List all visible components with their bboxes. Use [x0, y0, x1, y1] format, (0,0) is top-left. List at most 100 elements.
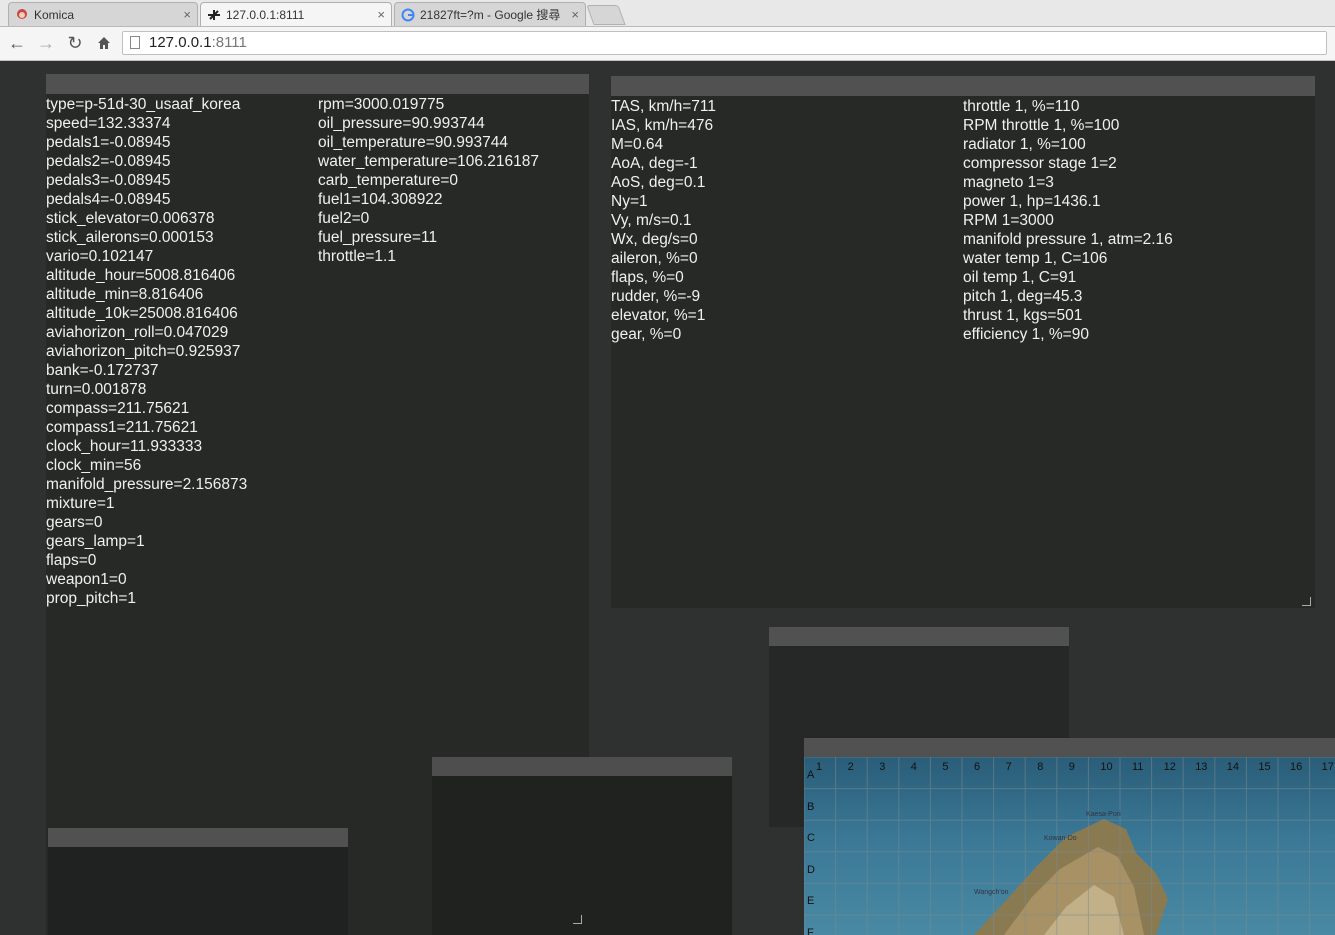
map-column-label: 9 — [1068, 761, 1075, 773]
value-line: clock_hour=11.933333 — [46, 438, 203, 455]
value-line: prop_pitch=1 — [46, 590, 137, 607]
lower-middle-resize-handle[interactable] — [573, 915, 582, 924]
map-column-label: 2 — [847, 761, 854, 773]
tab-localhost[interactable]: 127.0.0.1:8111 × — [200, 2, 392, 26]
value-line: gears=0 — [46, 514, 103, 531]
map-column-label: 16 — [1290, 761, 1303, 773]
map-row-label: C — [807, 832, 815, 845]
value-line: pedals4=-0.08945 — [46, 191, 171, 208]
url-port: :8111 — [211, 34, 247, 51]
map-panel: 1 2 3 4 5 6 7 8 9 10 11 12 13 14 15 16 17 ABCDEF Kaesa-P… — [804, 757, 1335, 935]
value-line: AoS, deg=0.1 — [611, 174, 706, 191]
value-line: aviahorizon_roll=0.047029 — [46, 324, 229, 341]
map-column-label: 17 — [1321, 761, 1334, 773]
map-column-label: 5 — [942, 761, 949, 773]
value-line: AoA, deg=-1 — [611, 155, 698, 172]
value-line: manifold pressure 1, atm=2.16 — [963, 231, 1173, 248]
value-line: flaps, %=0 — [611, 269, 684, 286]
value-line: oil_temperature=90.993744 — [318, 134, 509, 151]
value-line: pedals2=-0.08945 — [46, 153, 171, 170]
value-line: type=p-51d-30_usaaf_korea — [46, 96, 241, 113]
tab-title: 21827ft=?m - Google 搜尋 — [420, 8, 561, 22]
value-line: compass1=211.75621 — [46, 419, 198, 436]
tab-close-icon[interactable]: × — [183, 7, 191, 22]
tab-komica[interactable]: Komica × — [8, 2, 198, 26]
value-line: altitude_10k=25008.816406 — [46, 305, 238, 322]
value-line: efficiency 1, %=90 — [963, 326, 1089, 343]
lower-middle-panel-titlebar[interactable] — [432, 757, 732, 776]
value-line: carb_temperature=0 — [318, 172, 459, 189]
value-line: rudder, %=-9 — [611, 288, 701, 305]
value-line: bank=-0.172737 — [46, 362, 159, 379]
lower-left-panel — [48, 847, 348, 935]
indicators-panel-titlebar[interactable] — [611, 76, 1315, 96]
tab-close-icon[interactable]: × — [377, 7, 385, 22]
value-line: radiator 1, %=100 — [963, 136, 1086, 153]
value-line: fuel_pressure=11 — [318, 229, 438, 246]
value-line: weapon1=0 — [46, 571, 127, 588]
value-line: oil_pressure=90.993744 — [318, 115, 485, 132]
back-arrow-icon[interactable]: ← — [5, 31, 29, 55]
map-panel-titlebar[interactable] — [804, 738, 1335, 757]
plane-favicon-icon — [207, 8, 221, 22]
url-host: 127.0.0.1 — [149, 34, 212, 51]
value-line: power 1, hp=1436.1 — [963, 193, 1101, 210]
value-line: manifold_pressure=2.156873 — [46, 476, 248, 493]
value-line: elevator, %=1 — [611, 307, 706, 324]
value-line: turn=0.001878 — [46, 381, 147, 398]
map-place-label: Kowan-Do — [1044, 835, 1077, 842]
value-line: magneto 1=3 — [963, 174, 1054, 191]
map-column-label: 14 — [1226, 761, 1240, 773]
value-line: Wx, deg/s=0 — [611, 231, 698, 248]
value-line: pedals3=-0.08945 — [46, 172, 171, 189]
map-column-label: 6 — [974, 761, 981, 773]
value-line: stick_ailerons=0.000153 — [46, 229, 214, 246]
state-values-column-1: type=p-51d-30_usaaf_korea speed=132.33374… — [46, 95, 247, 608]
value-line: water temp 1, C=106 — [963, 250, 1108, 267]
map-place-label: Wangch'on — [974, 889, 1009, 896]
value-line: fuel1=104.308922 — [318, 191, 443, 208]
value-line: RPM throttle 1, %=100 — [963, 117, 1120, 134]
value-line: thrust 1, kgs=501 — [963, 307, 1083, 324]
google-favicon-icon — [401, 8, 415, 22]
value-line: M=0.64 — [611, 136, 664, 153]
map-row-label: F — [807, 927, 814, 935]
lower-left-panel-titlebar[interactable] — [48, 828, 348, 847]
page-icon — [130, 36, 140, 49]
browser-toolbar: ← → ↻ 127.0.0.1:8111 — [0, 27, 1335, 61]
map-column-label: 10 — [1100, 761, 1113, 773]
map-column-label: 8 — [1037, 761, 1044, 773]
map-column-label: 4 — [910, 761, 917, 773]
new-tab-button[interactable] — [586, 5, 626, 25]
value-line: altitude_hour=5008.816406 — [46, 267, 236, 284]
home-icon[interactable] — [92, 31, 116, 55]
value-line: mixture=1 — [46, 495, 115, 512]
empty-panel-titlebar[interactable] — [769, 627, 1069, 646]
value-line: oil temp 1, C=91 — [963, 269, 1077, 286]
reload-icon[interactable]: ↻ — [63, 31, 87, 55]
value-line: TAS, km/h=711 — [611, 98, 716, 115]
forward-arrow-icon[interactable]: → — [34, 31, 58, 55]
map-column-label: 12 — [1163, 761, 1176, 773]
tab-title: 127.0.0.1:8111 — [226, 7, 305, 22]
tab-google-search[interactable]: 21827ft=?m - Google 搜尋 × — [394, 2, 586, 26]
value-line: altitude_min=8.816406 — [46, 286, 204, 303]
value-line: throttle 1, %=110 — [963, 98, 1080, 115]
value-line: gear, %=0 — [611, 326, 682, 343]
value-line: compass=211.75621 — [46, 400, 190, 417]
state-panel-titlebar[interactable] — [46, 74, 589, 94]
tab-close-icon[interactable]: × — [571, 7, 579, 22]
value-line: IAS, km/h=476 — [611, 117, 714, 134]
state-values-column-2: rpm=3000.019775 oil_pressure=90.993744oil… — [318, 95, 539, 266]
value-line: fuel2=0 — [318, 210, 370, 227]
address-bar[interactable]: 127.0.0.1:8111 — [122, 31, 1327, 55]
value-line: RPM 1=3000 — [963, 212, 1054, 229]
browser-tab-strip: Komica × 127.0.0.1:8111 × 21827ft=?m - G… — [0, 0, 1335, 27]
lower-middle-panel — [432, 776, 732, 935]
indicators-resize-handle[interactable] — [1302, 597, 1311, 606]
value-line: speed=132.33374 — [46, 115, 171, 132]
value-line: aileron, %=0 — [611, 250, 698, 267]
map-place-label: Kaesa-Pori — [1086, 811, 1121, 818]
value-line: flaps=0 — [46, 552, 97, 569]
value-line: rpm=3000.019775 — [318, 96, 445, 113]
